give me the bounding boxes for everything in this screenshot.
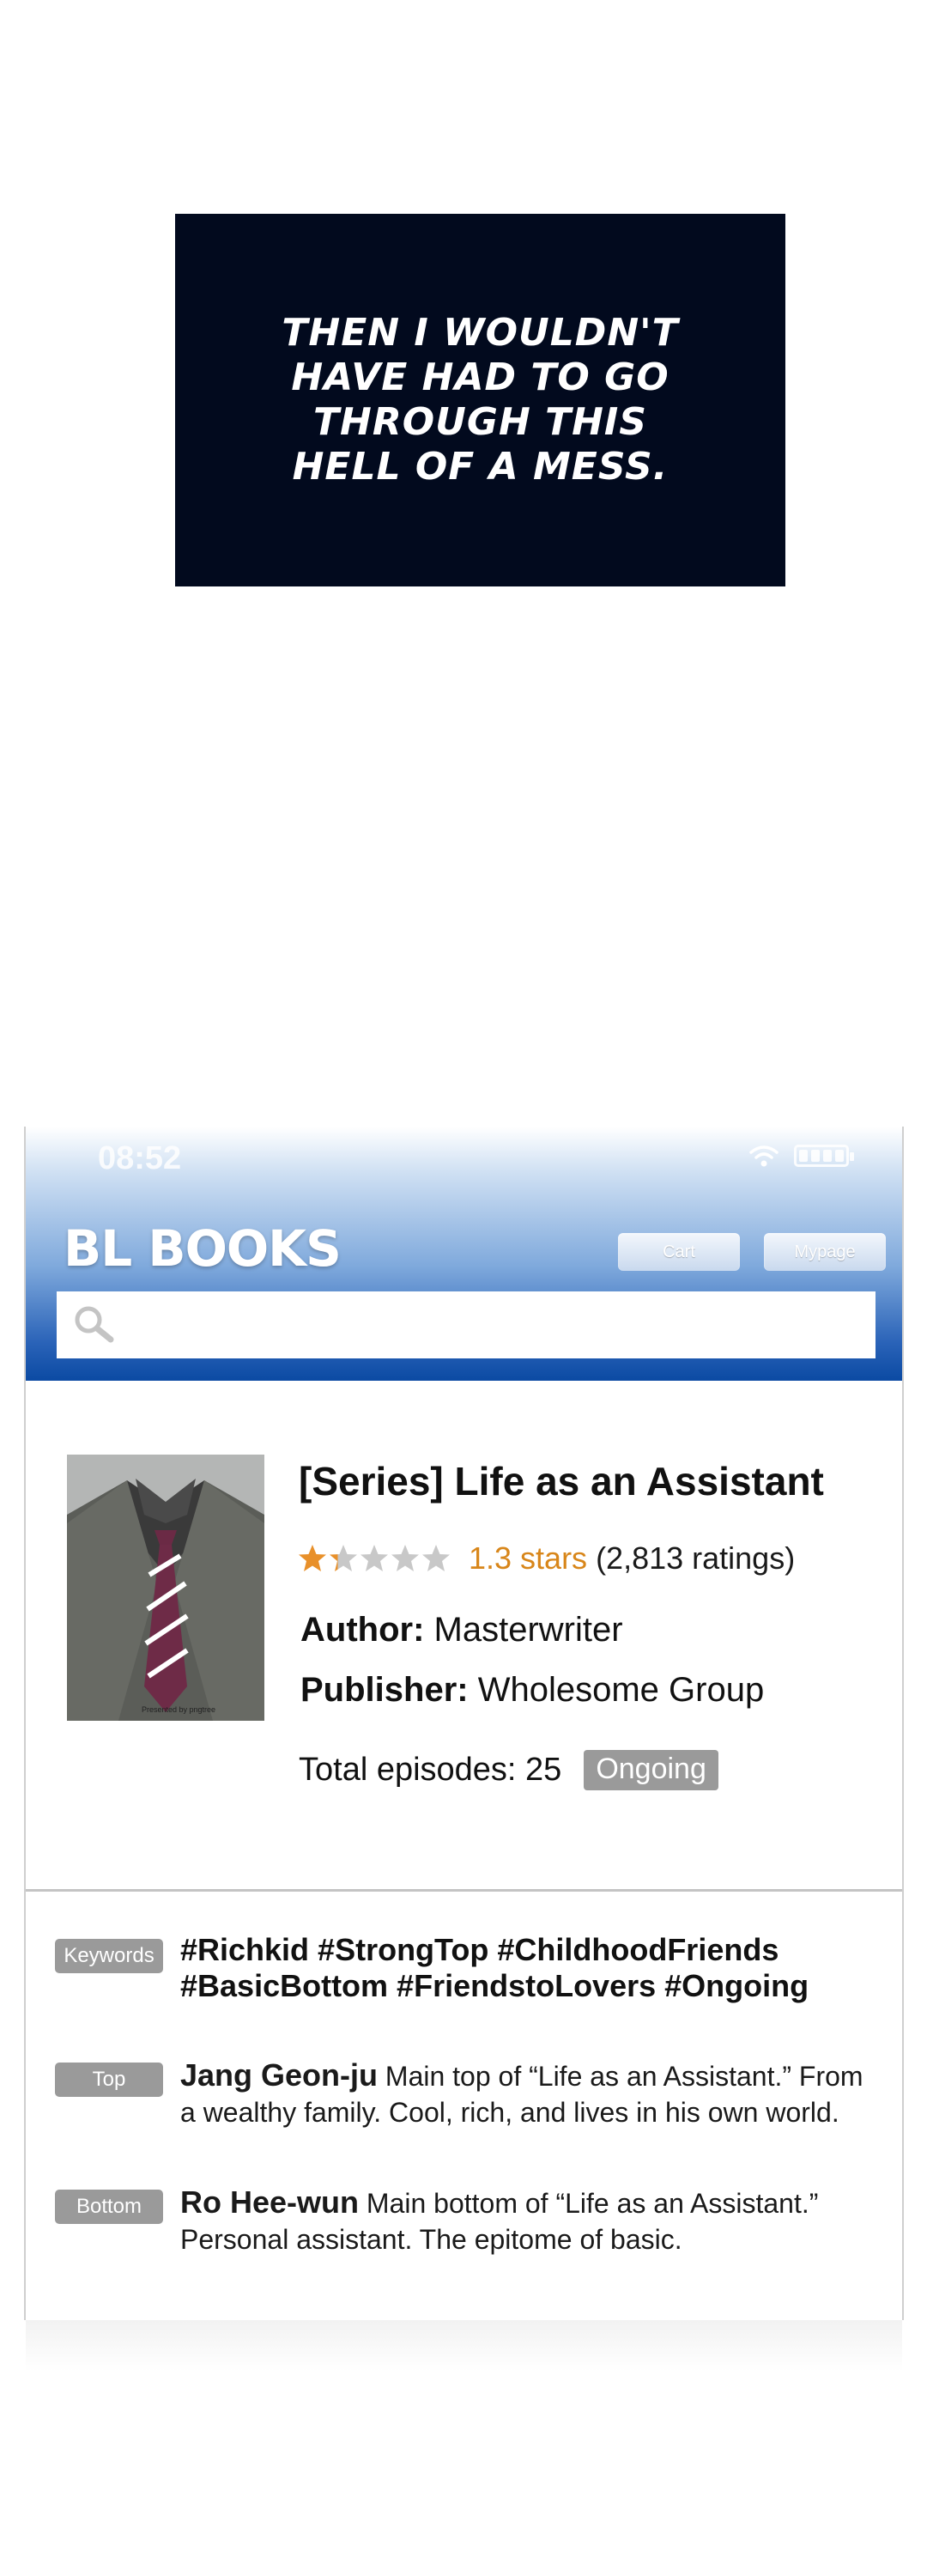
- star-icon: [330, 1545, 357, 1571]
- star-icon: [299, 1545, 326, 1571]
- book-title: [Series] Life as an Assistant: [299, 1459, 824, 1504]
- panel-caption: Then I wouldn't have had to go through t…: [282, 311, 679, 489]
- rating-row: 1.3 stars (2,813 ratings): [297, 1540, 795, 1577]
- keywords-tag: Keywords: [55, 1939, 163, 1973]
- star-icon: [422, 1545, 450, 1571]
- search-input[interactable]: [134, 1291, 867, 1360]
- total-episodes: Total episodes: 25: [299, 1752, 562, 1788]
- author-name[interactable]: Masterwriter: [434, 1611, 623, 1649]
- author-row: Author: Masterwriter: [300, 1611, 623, 1649]
- bottom-tag: Bottom: [55, 2190, 163, 2224]
- cart-button[interactable]: Cart: [618, 1233, 740, 1271]
- keywords-line-1[interactable]: #Richkid #StrongTop #ChildhoodFriends: [180, 1932, 884, 1968]
- status-time: 08:52: [98, 1140, 182, 1176]
- status-icons: [749, 1144, 854, 1168]
- star-icon: [360, 1545, 388, 1571]
- screen-bottom-fade: [26, 2320, 902, 2372]
- book-info: Presented by pngtree [Series] Life as an…: [26, 1381, 902, 1892]
- book-details: Keywords #Richkid #StrongTop #ChildhoodF…: [26, 1889, 902, 2321]
- battery-icon: [794, 1145, 854, 1167]
- top-tag: Top: [55, 2063, 163, 2097]
- search-icon[interactable]: [72, 1303, 115, 1346]
- publisher-label: Publisher:: [300, 1671, 469, 1709]
- ratings-count: (2,813 ratings): [596, 1540, 796, 1576]
- book-cover[interactable]: Presented by pngtree: [67, 1455, 264, 1721]
- keywords-list: #Richkid #StrongTop #ChildhoodFriends #B…: [180, 1932, 884, 2004]
- bookstore-app-screen: 08:52 BL BOOKS Cart Mypage Presented by …: [24, 1127, 904, 2372]
- bottom-character: Ro Hee-wun Main bottom of “Life as an As…: [180, 2184, 884, 2257]
- brand-logo: BL BOOKS: [64, 1219, 342, 1278]
- status-badge: Ongoing: [584, 1750, 718, 1790]
- mypage-button[interactable]: Mypage: [764, 1233, 886, 1271]
- star-icon: [391, 1545, 419, 1571]
- keywords-line-2[interactable]: #BasicBottom #FriendstoLovers #Ongoing: [180, 1968, 884, 2004]
- rating-value: 1.3 stars: [469, 1540, 588, 1576]
- wifi-icon: [749, 1145, 779, 1167]
- top-character: Jang Geon-ju Main top of “Life as an Ass…: [180, 2057, 884, 2130]
- bottom-character-name: Ro Hee-wun: [180, 2184, 360, 2220]
- suit-tie-illustration: Presented by pngtree: [67, 1455, 264, 1721]
- search-bar: [57, 1291, 876, 1360]
- publisher-row: Publisher: Wholesome Group: [300, 1671, 764, 1710]
- cover-watermark: Presented by pngtree: [142, 1705, 215, 1714]
- top-character-name: Jang Geon-ju: [180, 2057, 379, 2093]
- author-label: Author:: [300, 1611, 425, 1649]
- star-rating: [297, 1543, 451, 1574]
- app-header: 08:52 BL BOOKS Cart Mypage: [26, 1127, 902, 1381]
- episodes-row: Total episodes: 25 Ongoing: [299, 1750, 718, 1790]
- comic-panel: Then I wouldn't have had to go through t…: [175, 214, 785, 586]
- publisher-name[interactable]: Wholesome Group: [478, 1671, 764, 1709]
